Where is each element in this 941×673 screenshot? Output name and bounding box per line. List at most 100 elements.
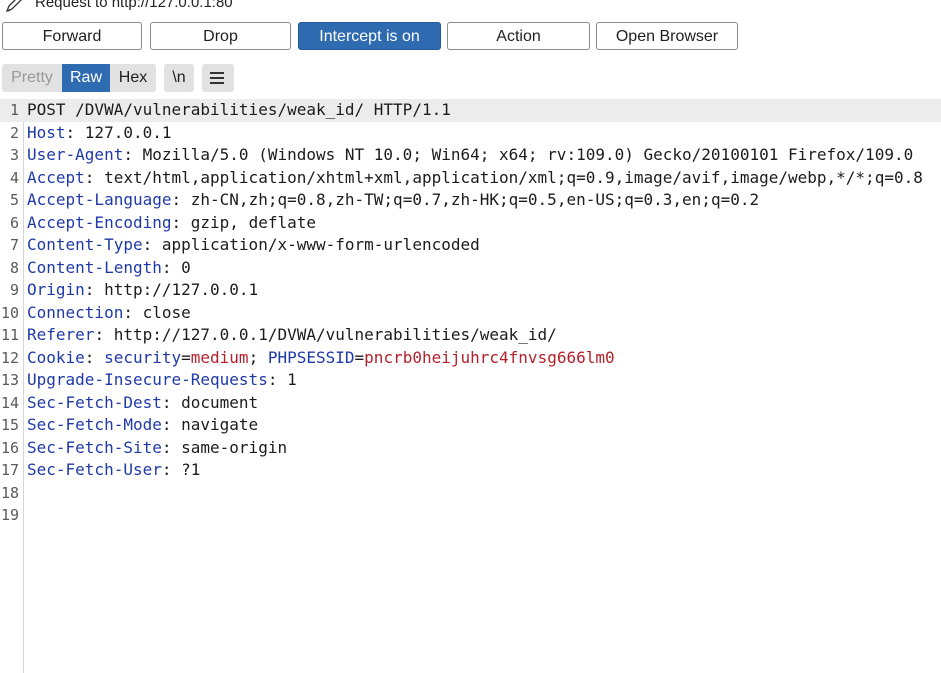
editor-line[interactable]: 19 [0, 504, 941, 527]
line-number: 4 [9, 168, 19, 187]
line-number: 19 [0, 506, 19, 524]
line-number: 6 [9, 213, 19, 232]
menu-icon [210, 72, 224, 84]
line-content: Host: 127.0.0.1 [27, 122, 172, 145]
line-number: 7 [9, 236, 19, 254]
line-content: Sec-Fetch-User: ?1 [27, 459, 200, 482]
header-value: : 1 [267, 370, 297, 389]
header-name: Host [27, 122, 66, 142]
editor-line[interactable]: 6 Accept-Encoding: gzip, deflate [0, 212, 941, 235]
line-number: 18 [0, 483, 19, 502]
line-number: 8 [9, 258, 19, 277]
header-name: Content-Length [27, 257, 162, 277]
header-value: : text/html,application/xhtml+xml,applic… [84, 167, 923, 187]
header-name: Accept-Language [27, 190, 172, 209]
header-name: User-Agent [27, 145, 124, 164]
editor-line[interactable]: 2 Host: 127.0.0.1 [0, 122, 941, 145]
header-value: : ?1 [161, 460, 201, 479]
header-name: Connection [27, 302, 124, 322]
request-editor[interactable]: 1 POST /DVWA/vulnerabilities/weak_id/ HTT… [0, 99, 941, 673]
editor-line[interactable]: 15 Sec-Fetch-Mode: navigate [0, 414, 941, 437]
header-name: Sec-Fetch-Site [27, 437, 162, 457]
line-content: User-Agent: Mozilla/5.0 (Windows NT 10.0… [27, 144, 913, 167]
line-content: Accept-Language: zh-CN,zh;q=0.8,zh-TW;q=… [27, 189, 759, 212]
header-value: : [84, 347, 105, 367]
line-content: Content-Type: application/x-www-form-url… [27, 234, 480, 257]
header-value: : http://127.0.0.1 [84, 280, 259, 299]
editor-line[interactable]: 7 Content-Type: application/x-www-form-ur… [0, 234, 941, 257]
line-content: Accept: text/html,application/xhtml+xml,… [27, 167, 923, 190]
cookie-name: PHPSESSID [267, 347, 355, 367]
line-number: 17 [0, 461, 19, 479]
editor-line[interactable]: 8 Content-Length: 0 [0, 257, 941, 280]
header-value: : application/x-www-form-urlencoded [142, 235, 480, 254]
tab-raw[interactable]: Raw [62, 64, 110, 92]
request-header: Request to http://127.0.0.1:80 [0, 0, 941, 14]
header-name: Origin [27, 280, 85, 299]
line-content: Sec-Fetch-Dest: document [27, 392, 258, 415]
drop-button[interactable]: Drop [150, 22, 291, 50]
line-number: 16 [0, 438, 19, 457]
line-number: 10 [0, 303, 19, 322]
editor-line[interactable]: 4 Accept: text/html,application/xhtml+xml… [0, 167, 941, 190]
header-name: Sec-Fetch-Dest [27, 392, 162, 412]
forward-button[interactable]: Forward [2, 22, 142, 50]
tab-hex[interactable]: Hex [110, 64, 156, 92]
cookie-name: security [104, 347, 182, 367]
header-name: Cookie [27, 347, 85, 367]
header-name: Sec-Fetch-User [27, 460, 162, 479]
request-line-text: POST /DVWA/vulnerabilities/weak_id/ HTTP… [27, 100, 451, 119]
line-content: Origin: http://127.0.0.1 [27, 279, 258, 302]
line-number: 3 [9, 146, 19, 164]
header-name: Upgrade-Insecure-Requests [27, 370, 268, 389]
newline-toggle-button[interactable]: \n [164, 64, 194, 92]
header-name: Referer [27, 325, 95, 344]
line-number: 14 [0, 393, 19, 412]
cookie-equals: = [181, 347, 191, 367]
request-title: Request to http://127.0.0.1:80 [35, 0, 233, 11]
editor-line[interactable]: 5 Accept-Language: zh-CN,zh;q=0.8,zh-TW;q… [0, 189, 941, 212]
editor-line[interactable]: 9 Origin: http://127.0.0.1 [0, 279, 941, 302]
header-value: : navigate [161, 415, 259, 434]
line-number: 1 [9, 101, 19, 119]
line-content: Connection: close [27, 302, 191, 325]
menu-button[interactable] [202, 64, 234, 92]
header-name: Content-Type [27, 235, 143, 254]
editor-line[interactable]: 12 Cookie: security=medium; PHPSESSID=pnc… [0, 347, 941, 370]
editor-line[interactable]: 11 Referer: http://127.0.0.1/DVWA/vulnera… [0, 324, 941, 347]
editor-line[interactable]: 17 Sec-Fetch-User: ?1 [0, 459, 941, 482]
cookie-value: pncrb0heijuhrc4fnvsg666lm0 [364, 347, 615, 367]
line-content: Upgrade-Insecure-Requests: 1 [27, 369, 297, 392]
editor-line[interactable]: 13 Upgrade-Insecure-Requests: 1 [0, 369, 941, 392]
header-value: : zh-CN,zh;q=0.8,zh-TW;q=0.7,zh-HK;q=0.5… [171, 190, 760, 209]
intercept-toggle-button[interactable]: Intercept is on [298, 22, 441, 50]
editor-line[interactable]: 14 Sec-Fetch-Dest: document [0, 392, 941, 415]
header-name: Accept-Encoding [27, 212, 172, 232]
header-value: : document [161, 392, 259, 412]
header-value: : gzip, deflate [171, 212, 317, 232]
cookie-equals: = [354, 347, 365, 367]
header-name: Sec-Fetch-Mode [27, 415, 162, 434]
line-number: 9 [9, 281, 19, 299]
line-content: Content-Length: 0 [27, 257, 191, 280]
editor-line[interactable]: 3 User-Agent: Mozilla/5.0 (Windows NT 10.… [0, 144, 941, 167]
line-number: 5 [9, 191, 19, 209]
editor-line[interactable]: 1 POST /DVWA/vulnerabilities/weak_id/ HTT… [0, 99, 941, 122]
editor-line[interactable]: 16 Sec-Fetch-Site: same-origin [0, 437, 941, 460]
header-value: : 0 [161, 257, 191, 277]
line-number: 11 [0, 326, 19, 344]
line-content: Accept-Encoding: gzip, deflate [27, 212, 316, 235]
editor-line[interactable]: 18 [0, 482, 941, 505]
header-value: : close [123, 302, 191, 322]
line-content: Cookie: security=medium; PHPSESSID=pncrb… [27, 347, 615, 370]
line-content: Referer: http://127.0.0.1/DVWA/vulnerabi… [27, 324, 557, 347]
editor-line[interactable]: 10 Connection: close [0, 302, 941, 325]
tab-pretty[interactable]: Pretty [2, 64, 62, 92]
header-value: : Mozilla/5.0 (Windows NT 10.0; Win64; x… [123, 145, 914, 164]
open-browser-button[interactable]: Open Browser [596, 22, 738, 50]
action-button[interactable]: Action [447, 22, 590, 50]
line-number: 2 [9, 123, 19, 142]
header-name: Accept [27, 167, 85, 187]
line-content: Sec-Fetch-Site: same-origin [27, 437, 287, 460]
pencil-icon [5, 0, 22, 13]
